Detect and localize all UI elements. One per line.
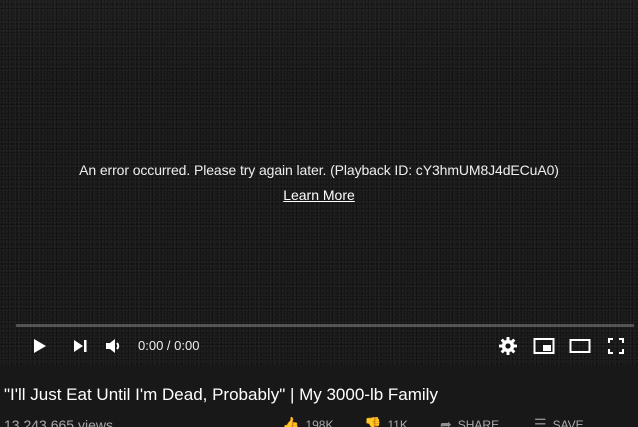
save-label: SAVE bbox=[552, 417, 584, 427]
dislike-count: 11K bbox=[387, 417, 408, 427]
thumbs-up-icon: 👍 bbox=[282, 416, 300, 427]
play-button[interactable] bbox=[25, 332, 53, 360]
youtube-watch-page: An error occurred. Please try again late… bbox=[0, 0, 638, 427]
view-count: 13,243,665 views bbox=[4, 417, 113, 427]
time-display: 0:00 / 0:00 bbox=[138, 338, 200, 353]
play-icon bbox=[34, 339, 46, 353]
next-button[interactable] bbox=[66, 332, 94, 360]
video-player[interactable]: An error occurred. Please try again late… bbox=[0, 0, 638, 366]
next-icon bbox=[74, 340, 87, 352]
add-to-playlist-icon: ☰ bbox=[534, 416, 547, 427]
learn-more-container: Learn More bbox=[0, 187, 638, 203]
share-button[interactable]: ➦ SHARE bbox=[440, 416, 499, 427]
player-shade bbox=[0, 0, 638, 80]
video-title: "I'll Just Eat Until I'm Dead, Probably"… bbox=[4, 385, 438, 404]
thumbs-down-icon: 👎 bbox=[364, 416, 382, 427]
fullscreen-button[interactable] bbox=[602, 332, 630, 360]
settings-button[interactable] bbox=[494, 332, 522, 360]
theater-mode-button[interactable] bbox=[566, 332, 594, 360]
learn-more-link[interactable]: Learn More bbox=[283, 187, 355, 203]
miniplayer-button[interactable] bbox=[530, 332, 558, 360]
error-message: An error occurred. Please try again late… bbox=[79, 162, 559, 178]
share-icon: ➦ bbox=[440, 416, 452, 427]
save-button[interactable]: ☰ SAVE bbox=[534, 416, 584, 427]
fullscreen-icon bbox=[608, 338, 624, 354]
share-label: SHARE bbox=[457, 417, 500, 427]
like-count: 198K bbox=[305, 417, 334, 427]
theater-mode-icon bbox=[569, 339, 591, 353]
video-info-row: 13,243,665 views 👍 198K 👎 11K ➦ SHARE ☰ … bbox=[0, 416, 638, 427]
dislike-button[interactable]: 👎 11K bbox=[364, 416, 408, 427]
player-controls: 0:00 / 0:00 bbox=[0, 330, 638, 362]
miniplayer-icon bbox=[533, 338, 555, 354]
progress-bar[interactable] bbox=[16, 324, 634, 327]
like-button[interactable]: 👍 198K bbox=[282, 416, 333, 427]
volume-button[interactable] bbox=[100, 332, 128, 360]
gear-icon bbox=[499, 337, 517, 355]
volume-icon bbox=[106, 339, 120, 353]
